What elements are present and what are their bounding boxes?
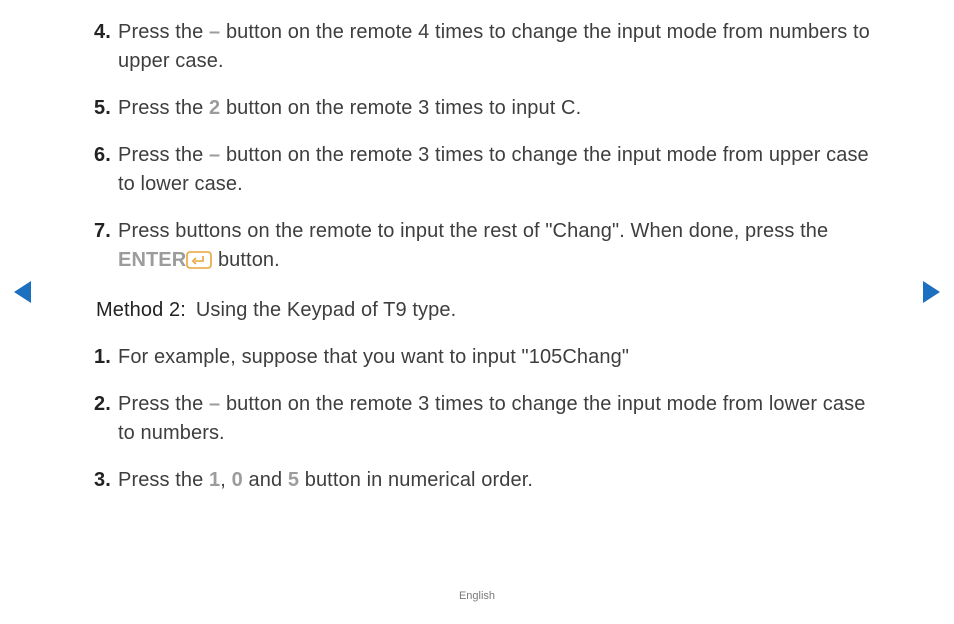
item-text: Press the [118,469,209,491]
next-page-arrow[interactable] [923,281,940,303]
method-label: Method 2: [96,296,186,325]
item-text: and [243,469,288,491]
key-label: – [209,393,220,415]
key-label: – [209,21,220,43]
item-text: button on the remote 3 times to input C. [220,97,581,119]
item-text: Press the [118,97,209,119]
list-item: 5. Press the 2 button on the remote 3 ti… [118,94,878,123]
item-text: button on the remote 3 times to change t… [118,144,869,195]
prev-page-arrow[interactable] [14,281,31,303]
list-item: 6. Press the – button on the remote 3 ti… [118,141,878,199]
item-text: Press the [118,393,209,415]
key-label: – [209,144,220,166]
key-label: 5 [288,469,299,491]
steps-list-1: 4. Press the – button on the remote 4 ti… [118,18,878,278]
list-item: 3. Press the 1, 0 and 5 button in numeri… [118,466,878,495]
list-item: 2. Press the – button on the remote 3 ti… [118,390,878,448]
page-footer: English [0,590,954,602]
item-text: button in numerical order. [299,469,533,491]
item-number: 4. [94,18,111,47]
item-number: 3. [94,466,111,495]
enter-icon [186,249,212,278]
key-label: 2 [209,97,220,119]
item-number: 2. [94,390,111,419]
list-item: 4. Press the – button on the remote 4 ti… [118,18,878,76]
method-heading: Method 2: Using the Keypad of T9 type. [96,296,878,325]
item-text: , [220,469,231,491]
method-body: Using the Keypad of T9 type. [196,296,456,325]
item-text: button on the remote 4 times to change t… [118,21,870,72]
steps-list-2: 1. For example, suppose that you want to… [118,343,878,495]
key-label: 1 [209,469,220,491]
key-label: 0 [232,469,243,491]
item-text: Press the [118,21,209,43]
item-number: 5. [94,94,111,123]
list-item: 1. For example, suppose that you want to… [118,343,878,372]
item-text: button on the remote 3 times to change t… [118,393,865,444]
key-label: ENTER [118,249,186,271]
item-number: 6. [94,141,111,170]
item-text: Press the [118,144,209,166]
item-text: For example, suppose that you want to in… [118,346,629,368]
item-number: 7. [94,217,111,246]
document-body: 4. Press the – button on the remote 4 ti… [118,18,878,513]
item-number: 1. [94,343,111,372]
item-text: Press buttons on the remote to input the… [118,220,828,242]
list-item: 7. Press buttons on the remote to input … [118,217,878,278]
item-text: button. [212,249,280,271]
